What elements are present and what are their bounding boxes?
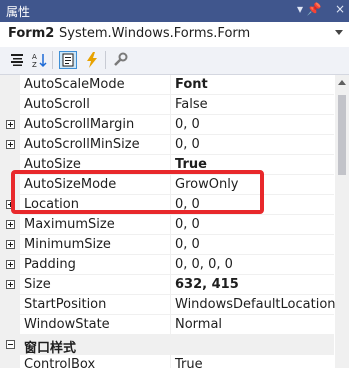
property-row[interactable]: AutoScrollMinSize 0, 0 (0, 135, 334, 155)
chevron-down-icon[interactable] (335, 30, 343, 35)
property-value[interactable]: Font (175, 77, 208, 92)
column-divider (170, 295, 171, 315)
properties-icon[interactable] (59, 51, 77, 69)
scroll-up-icon[interactable] (338, 80, 346, 85)
property-name: MinimumSize (24, 237, 111, 252)
column-divider (170, 275, 171, 295)
property-row[interactable]: MaximumSize 0, 0 (0, 215, 334, 235)
property-name: StartPosition (24, 297, 107, 312)
vertical-scrollbar[interactable] (335, 75, 349, 368)
row-gutter (0, 75, 20, 95)
property-value[interactable]: True (175, 357, 203, 368)
pin-icon[interactable]: ▾ 📌 (297, 2, 322, 16)
property-value[interactable]: 0, 0 (175, 137, 200, 152)
property-name: AutoScroll (24, 97, 90, 112)
property-pages-icon[interactable] (111, 51, 129, 69)
column-divider (170, 315, 171, 335)
toolbar-separator (52, 51, 53, 69)
collapse-icon[interactable] (6, 340, 15, 349)
close-icon[interactable]: × (335, 2, 345, 16)
column-divider (170, 135, 171, 155)
expand-icon[interactable] (6, 260, 15, 269)
column-divider (170, 255, 171, 275)
property-name: AutoScrollMinSize (24, 137, 140, 152)
categorized-icon[interactable] (8, 51, 26, 69)
property-row[interactable]: WindowState Normal (0, 315, 334, 335)
expand-icon[interactable] (6, 120, 15, 129)
property-row[interactable]: Size 632, 415 (0, 275, 334, 295)
property-name: Padding (24, 257, 76, 272)
property-row[interactable]: MinimumSize 0, 0 (0, 235, 334, 255)
property-value[interactable]: WindowsDefaultLocation (175, 297, 336, 312)
category-row[interactable]: 窗口样式 (0, 335, 334, 356)
property-grid: AutoScaleMode Font AutoScroll False AutoScro… (0, 75, 349, 368)
panel-titlebar: 属性 ▾ 📌 × (0, 0, 349, 22)
column-divider (170, 115, 171, 135)
scrollbar-thumb[interactable] (338, 95, 346, 175)
property-row[interactable]: Padding 0, 0, 0, 0 (0, 255, 334, 275)
property-value[interactable]: 632, 415 (175, 277, 239, 292)
row-gutter (0, 95, 20, 115)
property-name: AutoScrollMargin (24, 117, 135, 132)
property-name: Size (24, 277, 51, 292)
row-gutter (0, 315, 20, 335)
property-row[interactable]: AutoScrollMargin 0, 0 (0, 115, 334, 135)
property-value[interactable]: 0, 0 (175, 217, 200, 232)
object-type: System.Windows.Forms.Form (59, 26, 251, 41)
column-divider (170, 95, 171, 115)
property-row[interactable]: StartPosition WindowsDefaultLocation (0, 295, 336, 315)
property-value[interactable]: 0, 0, 0, 0 (175, 257, 233, 272)
alphabetical-icon[interactable]: A Z (30, 51, 48, 69)
property-row[interactable]: ControlBox True (0, 355, 334, 368)
svg-text:Z: Z (32, 61, 37, 69)
highlight-box (11, 170, 264, 214)
property-name: AutoScaleMode (24, 77, 125, 92)
properties-toolbar: A Z (0, 47, 349, 75)
category-name: 窗口样式 (24, 341, 77, 356)
row-gutter (0, 355, 20, 368)
row-gutter (0, 295, 20, 315)
property-name: ControlBox (24, 357, 96, 368)
expand-icon[interactable] (6, 140, 15, 149)
property-name: MaximumSize (24, 217, 115, 232)
expand-icon[interactable] (6, 240, 15, 249)
expand-icon[interactable] (6, 220, 15, 229)
property-row[interactable]: AutoScaleMode Font (0, 75, 334, 95)
panel-title: 属性 (6, 5, 31, 19)
property-value[interactable]: 0, 0 (175, 117, 200, 132)
property-value[interactable]: Normal (175, 317, 222, 332)
column-divider (170, 75, 171, 95)
column-divider (170, 235, 171, 255)
property-value[interactable]: 0, 0 (175, 237, 200, 252)
property-row[interactable]: AutoScroll False (0, 95, 334, 115)
svg-text:A: A (32, 53, 37, 61)
events-icon[interactable] (83, 51, 101, 69)
toolbar-separator (105, 51, 106, 69)
column-divider (170, 215, 171, 235)
column-divider (170, 355, 171, 368)
property-name: WindowState (24, 317, 110, 332)
object-selector[interactable]: Form2 System.Windows.Forms.Form (0, 22, 349, 48)
expand-icon[interactable] (6, 280, 15, 289)
object-name: Form2 (8, 26, 55, 41)
property-value[interactable]: False (175, 97, 208, 112)
